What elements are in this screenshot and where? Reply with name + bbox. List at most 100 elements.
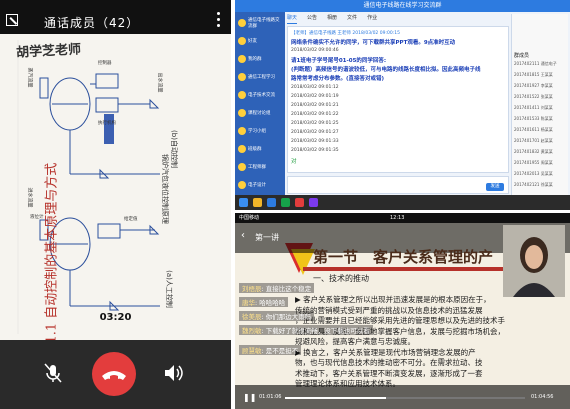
teacher-name: 胡学芝老师: [15, 42, 82, 61]
sidebar-item[interactable]: 好友: [238, 34, 282, 48]
member-item[interactable]: 2017401411 刘某某: [514, 105, 553, 111]
slide-label: 蒸汽流量: [26, 67, 33, 88]
chat-tabs: 聊天 公告 相册 文件 作业: [287, 14, 377, 24]
group-sidebar: 通信电子线路交流群 好友 我的群 通信工程学习 电子技术交流 课程讨论组 学习小…: [235, 12, 285, 195]
tab-homework[interactable]: 作业: [367, 14, 377, 24]
member-item[interactable]: 2017401927 李某某: [514, 83, 553, 89]
clock: 12:13: [390, 215, 405, 221]
sidebar-item[interactable]: 电子设计: [238, 178, 282, 192]
pause-icon[interactable]: ❚❚: [243, 393, 256, 402]
progress-fill: [285, 397, 386, 399]
slide-line: 传统的营销模式受到严重的挑战以及信息技术的迅猛发展: [295, 305, 483, 315]
member-item[interactable]: 2017401832 黄某某: [514, 149, 553, 155]
group-avatar-icon: [238, 55, 246, 63]
lecture-title: 第一讲: [255, 233, 279, 242]
chat-message-list[interactable]: 【老师】通信电子线路 王老师 2018/03/02 09:00:15 网络条件确…: [287, 26, 509, 173]
lecture-video-panel[interactable]: 中国移动 12:13 ‹ 第一讲 第一节 客户关系管理的产 一、技术的推动 ▶ …: [235, 213, 570, 409]
message-meta: 2018/03/02 09:01:21: [291, 103, 339, 108]
member-item[interactable]: 2017402121 徐某某: [514, 182, 553, 188]
app-icon[interactable]: [281, 198, 290, 207]
hang-up-button[interactable]: [92, 352, 136, 396]
slide-subheading: 一、技术的推动: [313, 274, 369, 283]
slide-label: 出水流量: [156, 72, 163, 93]
slide-line: 规避风险，提高客户满意与忠诚度。: [295, 337, 415, 346]
member-item[interactable]: 2017402013 吴某某: [514, 171, 553, 177]
member-item[interactable]: 2017401955 周某某: [514, 160, 553, 166]
browser-icon[interactable]: [267, 198, 276, 207]
phone-icon: [102, 371, 126, 380]
slide-label: 进水流量: [26, 187, 33, 208]
slide-line: 物，也与现代信息技术的推动密不可分。在需求拉动、技: [295, 358, 483, 367]
member-item[interactable]: 2017401701 赵某某: [514, 138, 553, 144]
message-text: 请1班电子学号尾号01-05的同学回答:: [291, 58, 387, 64]
carrier: 中国移动: [239, 215, 260, 221]
slide-label: (b)自动控制: [169, 130, 178, 168]
group-avatar-icon: [238, 37, 246, 45]
shared-slide: 1.1 自动控制的基本原理与方式 锅炉汽包液位控制原理 (a)人工控制 (b)自…: [0, 34, 231, 344]
speaker-button[interactable]: [160, 360, 186, 386]
message-text: 对: [291, 159, 297, 165]
group-avatar-icon: [238, 19, 246, 27]
danmaku-comment: 顾慧敏: 是不是挺不: [239, 345, 302, 355]
back-icon[interactable]: ‹: [241, 230, 245, 241]
status-bar: 中国移动 12:13: [235, 213, 570, 223]
slide-body: ▶ 客户关系管理之所以出现并迅速发展是的根本原因在于， 传统的营销模式受到严重的…: [295, 295, 525, 390]
player-controls: ❚❚ 01:01:06 01:04:56: [235, 385, 570, 409]
send-button[interactable]: 发送: [486, 183, 504, 191]
call-title: 通话成员（42）: [44, 16, 140, 30]
tab-files[interactable]: 文件: [347, 14, 357, 24]
sidebar-item[interactable]: 课程讨论组: [238, 106, 282, 120]
danmaku-comment: 徐美辰: 你们那边大雨吗: [239, 311, 315, 321]
tab-album[interactable]: 相册: [327, 14, 337, 24]
minimize-icon[interactable]: [6, 14, 18, 26]
member-item[interactable]: 2017402111 通信电子: [514, 61, 557, 67]
folder-icon[interactable]: [253, 198, 262, 207]
app-icon[interactable]: [309, 198, 318, 207]
slide-label: (a)人工控制: [164, 270, 173, 308]
teacher-camera[interactable]: [503, 225, 565, 297]
slide-title: 第一节 客户关系管理的产: [313, 248, 494, 266]
slide-label: 液位计: [30, 215, 44, 220]
window-title: 通信电子线路在线学习交流群: [235, 0, 570, 12]
slide-label: 给定值: [124, 217, 138, 222]
start-icon[interactable]: [239, 198, 248, 207]
member-item[interactable]: 2017401611 杨某某: [514, 127, 553, 133]
call-timer: 03:20: [99, 312, 132, 323]
message-meta: 2018/03/02 09:01:22: [291, 112, 339, 117]
sidebar-item[interactable]: 通信工程学习: [238, 70, 282, 84]
message-meta: 2018/03/02 09:01:27: [291, 130, 339, 135]
slide-label: 控制器: [98, 61, 112, 66]
sidebar-item[interactable]: 工程师群: [238, 160, 282, 174]
tab-chat[interactable]: 聊天: [287, 14, 298, 24]
group-avatar-icon: [238, 109, 246, 117]
slide-line: 术推动下，客户关系管理不断演变发展，逐渐形成了一套: [295, 368, 483, 378]
video-call-panel: 通话成员（42） 1.1 自动控制的基本原理与方式 锅炉汽包液位控制原理 (a)…: [0, 0, 231, 409]
sidebar-item[interactable]: 我的群: [238, 52, 282, 66]
progress-bar[interactable]: [285, 397, 525, 399]
mute-mic-button[interactable]: [40, 360, 66, 386]
message-input[interactable]: 发送: [287, 176, 509, 194]
tab-announcement[interactable]: 公告: [307, 14, 317, 24]
member-item[interactable]: 2017401815 王某某: [514, 72, 553, 78]
message-meta: 2018/03/02 09:01:33: [291, 139, 339, 144]
current-time: 01:01:06: [259, 394, 282, 400]
sidebar-item[interactable]: 电子技术交流: [238, 88, 282, 102]
sidebar-item[interactable]: 通信电子线路交流群: [238, 16, 282, 30]
member-panel: 群成员 2017402111 通信电子 2017401815 王某某 20174…: [511, 14, 568, 195]
message-text: 路常常考虑分布参数。(直接答对或错): [291, 76, 385, 82]
group-avatar-icon: [238, 91, 246, 99]
group-avatar-icon: [238, 127, 246, 135]
message-meta: 2018/03/02 09:01:12: [291, 85, 339, 90]
slide-heading: 1.1 自动控制的基本原理与方式: [44, 162, 60, 344]
total-time: 01:04:56: [531, 394, 554, 400]
slide-line: ▶ 客户关系管理之所以出现并迅速发展是的根本原因在于，: [295, 295, 491, 304]
sidebar-item[interactable]: 学习小组: [238, 124, 282, 138]
group-avatar-icon: [238, 73, 246, 81]
danmaku-comment: 刘梧辰: 直接比这个稳定: [239, 283, 315, 293]
more-icon[interactable]: [217, 12, 221, 28]
message-meta: 2018/03/02 09:01:35: [291, 148, 339, 153]
sidebar-item[interactable]: 班级群: [238, 142, 282, 156]
member-item[interactable]: 2017401522 张某某: [514, 94, 553, 100]
app-icon[interactable]: [295, 198, 304, 207]
member-item[interactable]: 2017401533 陈某某: [514, 116, 553, 122]
